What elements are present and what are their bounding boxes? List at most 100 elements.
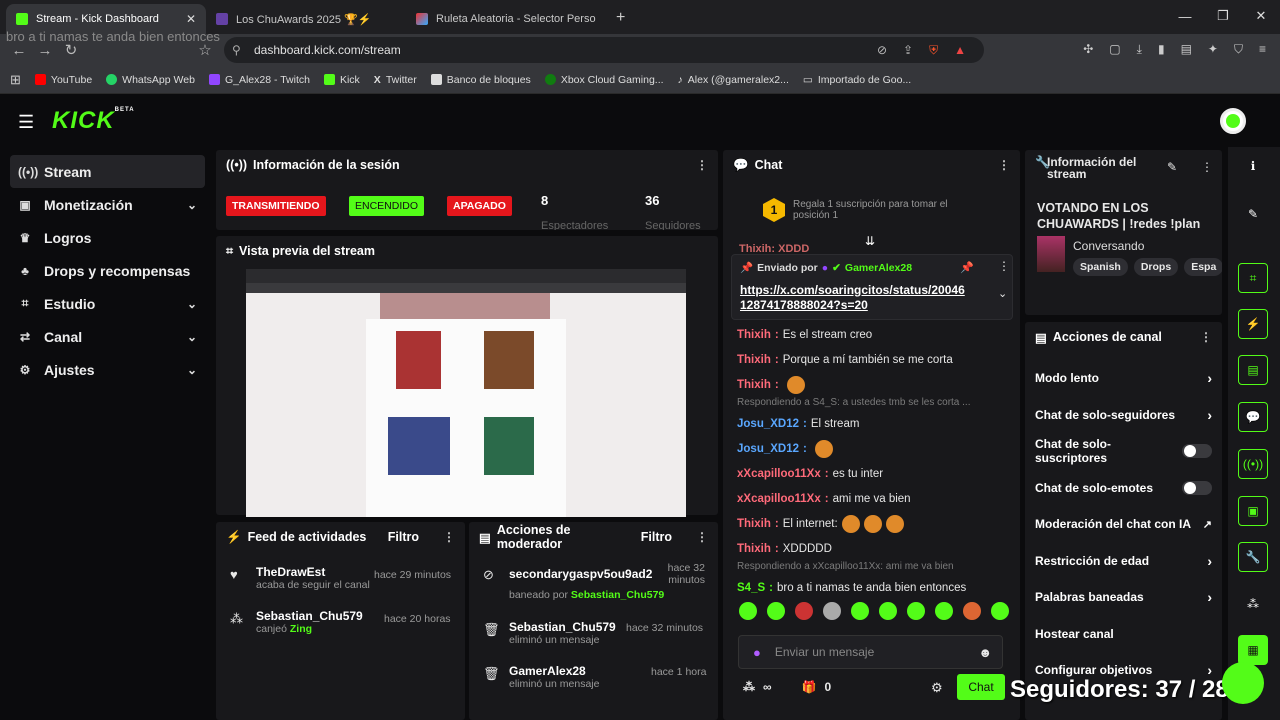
tag[interactable]: Drops [1133,258,1179,276]
bookmark-twitch[interactable]: G_Alex28 - Twitch [208,74,310,86]
back-icon[interactable]: ← [6,42,32,59]
more-options-icon[interactable]: ⋮ [1201,160,1213,174]
sidebar-item-logros[interactable]: ♛ Logros [10,221,205,254]
lightning-icon[interactable]: ⚡ [1238,309,1268,339]
tab-chuawards[interactable]: Los ChuAwards 2025 🏆⚡ [206,4,406,34]
emote-icon[interactable] [739,602,757,620]
channel-action-3[interactable]: Chat de solo-emotes [1025,470,1222,507]
brave-rewards-icon[interactable]: ▲ [954,43,966,57]
bookmark-xbox[interactable]: Xbox Cloud Gaming... [544,74,664,86]
edit-pencil-icon[interactable]: ✎ [1238,199,1268,229]
user-avatar[interactable] [1220,108,1246,134]
more-options-icon[interactable]: ⋮ [443,530,455,544]
emote-icon[interactable] [823,602,841,620]
emote-icon[interactable] [795,602,813,620]
sidebar-icon[interactable]: ▮ [1158,42,1165,57]
download-icon[interactable]: ⤓ [1137,42,1142,57]
forward-icon[interactable]: → [32,42,58,59]
channel-action-5[interactable]: Restricción de edad › [1025,543,1222,580]
close-tab-icon[interactable]: ✕ [186,12,196,26]
toggle-switch[interactable] [1182,480,1212,495]
emote-icon[interactable] [767,602,785,620]
info-icon[interactable]: ℹ [1238,151,1268,181]
filter-button[interactable]: Filtro [388,530,419,544]
chat-icon[interactable]: 💬 [1238,402,1268,432]
more-options-icon[interactable]: ⋮ [998,259,1010,273]
menu-icon[interactable]: ≡ [1259,42,1266,57]
chat-username[interactable]: Thixih [737,329,771,341]
sidebar-item-estudio[interactable]: ⌗ Estudio ⌄ [10,287,205,320]
kick-logo[interactable]: KICKBETA [52,107,135,135]
chat-username[interactable]: Thixih [737,354,771,366]
gift-subscription-text[interactable]: Regala 1 suscripción para tomar el posic… [793,199,983,221]
emote-icon[interactable] [991,602,1009,620]
chevron-down-icon[interactable]: ⌄ [998,287,1007,300]
hamburger-menu-icon[interactable]: ☰ [18,112,34,133]
channel-action-6[interactable]: Palabras baneadas › [1025,579,1222,616]
coins-icon[interactable]: ⁂ [1238,589,1268,619]
more-options-icon[interactable]: ⋮ [1200,330,1212,344]
url-field[interactable]: ⚲ dashboard.kick.com/stream ⊘ ⇪ ⛨ ▲ [224,37,984,63]
sidebar-item-canal[interactable]: ⇄ Canal ⌄ [10,320,205,353]
sidebar-item-monetizacion[interactable]: ▣ Monetización ⌄ [10,188,205,221]
emote-icon[interactable] [907,602,925,620]
sidebar-item-ajustes[interactable]: ⚙ Ajustes ⌄ [10,353,205,386]
brave-shield-icon[interactable]: ⛨ [929,43,938,58]
moderation-icon[interactable]: ▣ [1238,496,1268,526]
broadcast-icon[interactable]: ((•)) [1238,449,1268,479]
bookmark-tiktok[interactable]: ♪ Alex (@gameralex2... [678,74,789,86]
emoji-icon[interactable]: ☻ [978,645,992,660]
channel-action-7[interactable]: Hostear canal [1025,616,1222,653]
channel-action-0[interactable]: Modo lento › [1025,360,1222,397]
eye-off-icon[interactable]: ⊘ [877,43,887,57]
sidebar-item-stream[interactable]: ((•)) Stream [10,155,205,188]
wallet-icon[interactable]: ▤ [1181,42,1192,57]
chat-input[interactable]: ● Enviar un mensaje ☻ [738,635,1003,669]
category-thumbnail[interactable] [1037,236,1065,272]
sidebar-item-drops[interactable]: ♣ Drops y recompensas [10,254,205,287]
bookmark-folder[interactable]: ▭ Importado de Goo... [803,74,911,86]
extensions-icon[interactable]: ✣ [1083,42,1093,57]
edit-pencil-icon[interactable]: ✎ [1167,160,1177,174]
tag[interactable]: Espa [1184,258,1222,276]
points-icon[interactable]: ⁂ [743,680,755,694]
site-info-icon[interactable]: ⚲ [232,43,241,57]
stream-preview-video[interactable] [246,269,686,517]
bookmark-banco-bloques[interactable]: Banco de bloques [430,74,531,86]
chat-username[interactable]: xXcapilloo11Xx [737,468,821,480]
minimize-icon[interactable]: — [1166,0,1204,32]
apps-grid-icon[interactable]: ⊞ [10,72,21,88]
more-options-icon[interactable]: ⋮ [998,158,1010,172]
emote-icon[interactable] [963,602,981,620]
unpin-icon[interactable]: 📌 [960,261,974,274]
scroll-down-icon[interactable]: ⇊ [865,234,875,248]
channel-action-4[interactable]: Moderación del chat con IA ↗ [1025,506,1222,543]
tab-search-icon[interactable]: ▢ [1109,42,1120,57]
chat-username[interactable]: xXcapilloo11Xx [737,493,821,505]
emote-icon[interactable] [851,602,869,620]
leo-icon[interactable]: ✦ [1208,42,1218,57]
more-options-icon[interactable]: ⋮ [696,158,708,172]
notes-icon[interactable]: ▤ [1238,355,1268,385]
tab-ruleta[interactable]: Ruleta Aleatoria - Selector Personaliz [406,4,606,34]
tag[interactable]: Spanish [1073,258,1128,276]
toggle-switch[interactable] [1182,444,1212,459]
clip-icon[interactable]: ⌗ [1238,263,1268,293]
filter-button[interactable]: Filtro [641,530,672,544]
share-icon[interactable]: ⇪ [903,43,913,57]
chat-username[interactable]: Thixih [737,543,771,555]
more-options-icon[interactable]: ⋮ [696,530,708,544]
channel-action-1[interactable]: Chat de solo-seguidores › [1025,397,1222,434]
maximize-icon[interactable]: ❐ [1204,0,1242,32]
bookmark-whatsapp[interactable]: WhatsApp Web [106,74,195,86]
emote-icon[interactable] [879,602,897,620]
vpn-icon[interactable]: ⛉ [1234,42,1243,57]
channel-action-2[interactable]: Chat de solo-suscriptores [1025,433,1222,470]
wrench-icon[interactable]: 🔧 [1238,542,1268,572]
bookmark-youtube[interactable]: YouTube [34,74,92,86]
chat-settings-icon[interactable]: ⚙ [931,680,943,696]
chat-username[interactable]: Josu_XD12 [737,443,799,455]
new-tab-button[interactable]: + [606,9,635,34]
bookmark-kick[interactable]: Kick [323,74,360,86]
chat-username[interactable]: Josu_XD12 [737,418,799,430]
